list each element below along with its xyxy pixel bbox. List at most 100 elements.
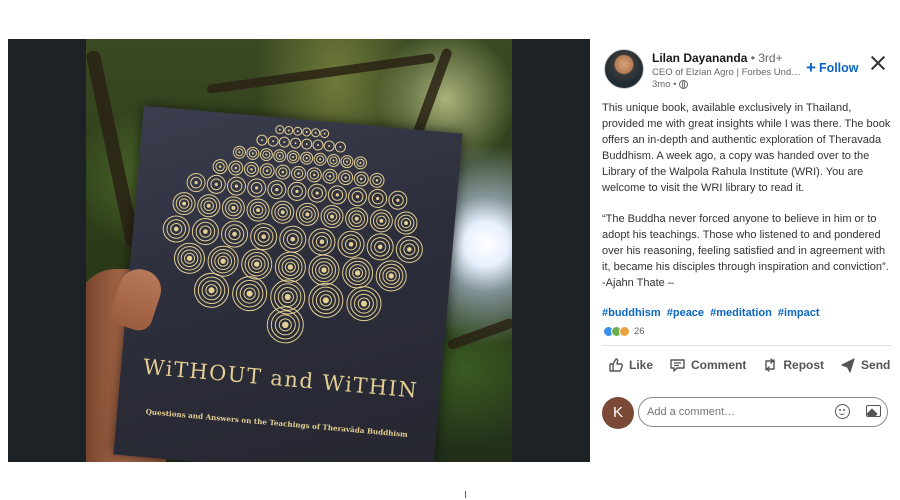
cover-circle-center	[339, 146, 342, 149]
cover-circle-center	[328, 174, 332, 178]
cover-circle-center	[319, 158, 322, 161]
comment-icon	[670, 359, 685, 372]
cover-circle-center	[234, 184, 239, 188]
author-name-text[interactable]: Lilan Dayananda	[652, 51, 747, 65]
cover-circle-center	[305, 157, 308, 160]
comment-label: Comment	[691, 358, 747, 372]
cover-circle-center	[297, 172, 300, 175]
cover-circle-center	[360, 177, 363, 181]
comment-button[interactable]: Comment	[669, 357, 746, 373]
cover-circle-center	[250, 168, 253, 171]
cover-circle-center	[407, 247, 412, 252]
book-cover-circles	[162, 125, 423, 344]
cover-circle-center	[283, 141, 286, 144]
cover-circle-center	[305, 212, 310, 217]
cover-circle-center	[332, 159, 335, 162]
cover-circle-center	[355, 195, 360, 199]
author-name[interactable]: Lilan Dayananda • 3rd+	[652, 51, 783, 65]
post-paragraph: “The Buddha never forced anyone to belie…	[602, 213, 889, 289]
post-paragraph: This unique book, available exclusively …	[602, 102, 891, 194]
cover-circle-center	[272, 140, 275, 143]
cover-circle-center	[330, 214, 335, 219]
post-image-viewer[interactable]: WiTHOUT and WiTHIN Questions and Answers…	[8, 39, 590, 462]
cover-circle-center	[254, 261, 260, 267]
connection-degree: • 3rd+	[750, 51, 783, 65]
author-headline: CEO of Elzian Agro | Forbes Under 30	[652, 67, 802, 78]
cover-circle-center	[323, 132, 326, 135]
repost-icon	[765, 358, 776, 372]
cover-circle-center	[246, 290, 253, 297]
cover-circle-center	[321, 267, 327, 273]
cover-circle-center	[194, 180, 198, 185]
post-details-panel: Lilan Dayananda • 3rd+ CEO of Elzian Agr…	[590, 39, 900, 469]
image-icon[interactable]	[866, 405, 881, 417]
cover-circle-center	[208, 287, 215, 294]
cover-circle-center	[360, 300, 368, 307]
cover-circle-center	[218, 165, 222, 168]
reactions-summary[interactable]: 26	[603, 326, 645, 337]
book-cover: WiTHOUT and WiTHIN Questions and Answers…	[113, 105, 463, 462]
cover-circle-center	[348, 241, 354, 247]
cover-circle-center	[319, 239, 325, 245]
divider	[602, 345, 892, 346]
cover-circle-center	[322, 297, 329, 304]
globe-icon	[679, 80, 689, 89]
cover-circle-center	[305, 143, 308, 146]
cover-circle-center	[255, 186, 259, 190]
tree-branch	[206, 53, 436, 94]
cover-circle-center	[203, 229, 208, 234]
cover-circle-center	[287, 264, 294, 270]
action-bar: Like Comment Repost Send	[608, 357, 900, 373]
cover-circle-center	[328, 145, 331, 148]
cover-circle-center	[284, 293, 291, 301]
cover-circle-center	[305, 131, 308, 134]
hashtag-list: #buddhism #peace #meditation #impact	[602, 307, 822, 319]
close-icon[interactable]	[869, 54, 887, 72]
support-reaction-icon	[619, 326, 630, 337]
cover-circle-center	[344, 176, 347, 179]
emoji-icon[interactable]	[835, 404, 850, 419]
cover-circle-center	[234, 166, 238, 170]
cover-circle-center	[404, 221, 408, 225]
thumbs-up-icon	[609, 358, 623, 372]
repost-button[interactable]: Repost	[762, 357, 824, 373]
cover-circle-center	[354, 216, 359, 221]
cover-circle-center	[345, 160, 349, 163]
reaction-count: 26	[634, 326, 645, 337]
cover-circle-center	[287, 129, 290, 132]
cover-circle-center	[261, 234, 266, 239]
commenter-avatar[interactable]: K	[602, 397, 634, 429]
cover-circle-center	[292, 155, 295, 159]
hashtag-link[interactable]: #buddhism	[602, 307, 661, 319]
cover-circle-center	[280, 210, 285, 215]
cover-circle-center	[314, 131, 317, 134]
hashtag-link[interactable]: #peace	[667, 307, 704, 319]
cover-circle-center	[359, 161, 362, 164]
comment-input[interactable]	[638, 397, 888, 427]
follow-button[interactable]: + Follow	[806, 59, 859, 76]
hashtag-link[interactable]: #meditation	[710, 307, 772, 319]
like-button[interactable]: Like	[608, 357, 653, 373]
cover-circle-center	[214, 182, 218, 186]
cover-circle-center	[173, 226, 179, 232]
post-photo: WiTHOUT and WiTHIN Questions and Answers…	[86, 39, 512, 462]
cover-circle-center	[256, 208, 261, 213]
cover-circle-center	[260, 139, 263, 142]
cover-circle-center	[377, 244, 383, 250]
post-meta: 3mo •	[652, 79, 689, 90]
send-label: Send	[861, 358, 891, 372]
cursor-mark	[465, 491, 466, 498]
post-time: 3mo •	[652, 79, 677, 90]
cover-circle-center	[312, 173, 316, 177]
cover-circle-center	[220, 258, 226, 264]
cover-circle-center	[265, 169, 269, 172]
cover-circle-center	[295, 189, 299, 194]
cover-circle-center	[290, 236, 296, 242]
repost-label: Repost	[783, 358, 825, 372]
author-avatar[interactable]	[604, 49, 644, 89]
send-button[interactable]: Send	[840, 357, 890, 373]
cover-circle-center	[396, 198, 400, 202]
hashtag-link[interactable]: #impact	[778, 307, 820, 319]
cover-circle-center	[275, 188, 279, 192]
cover-circle-center	[335, 193, 339, 197]
